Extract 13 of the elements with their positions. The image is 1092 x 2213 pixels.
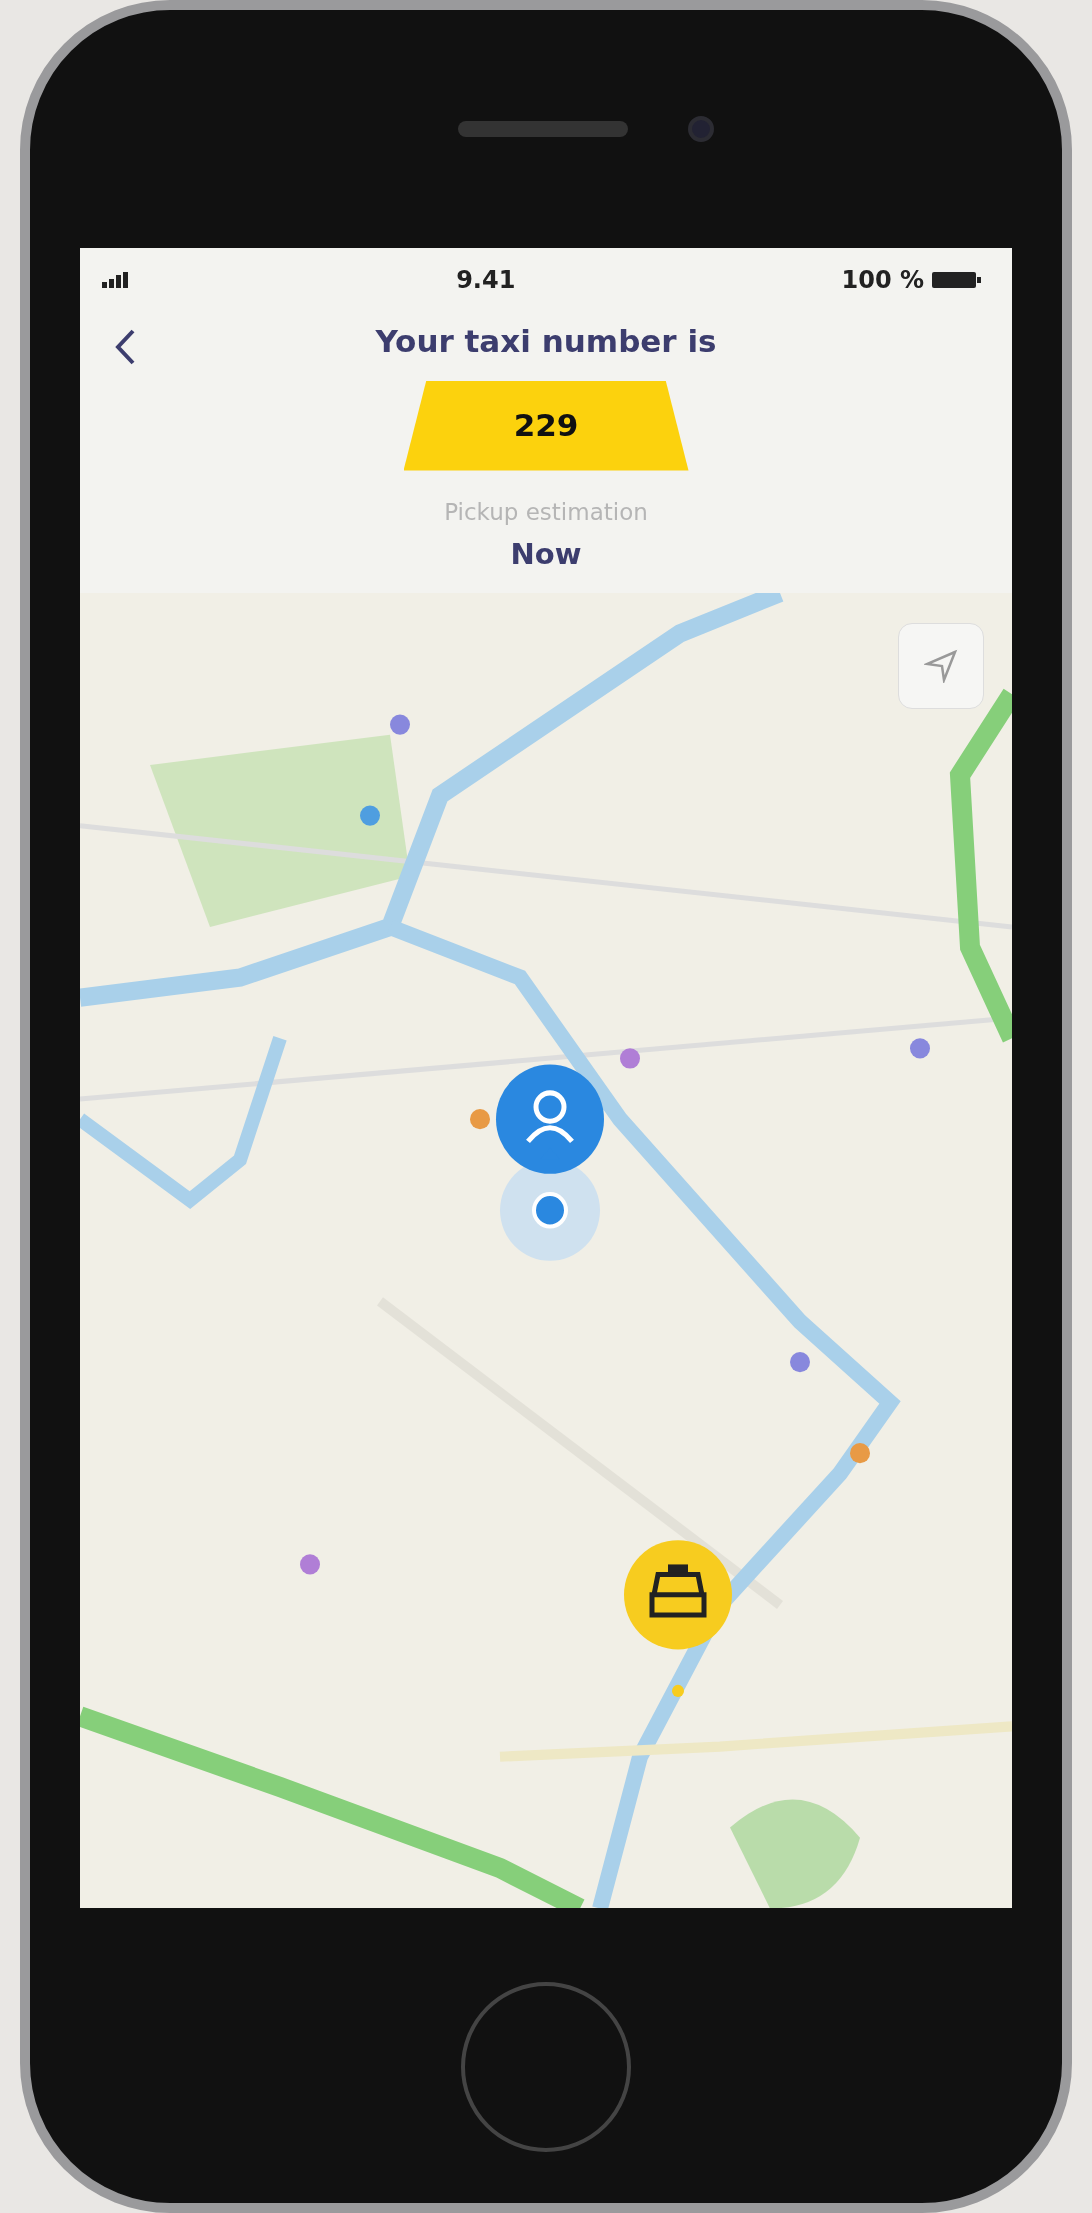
camera-lens — [688, 116, 714, 142]
home-button[interactable] — [461, 1982, 631, 2152]
screen-title: Your taxi number is — [375, 322, 717, 361]
pickup-value: Now — [510, 536, 582, 573]
status-time: 9.41 — [456, 265, 516, 296]
pickup-label: Pickup estimation — [444, 497, 648, 527]
battery-icon — [932, 270, 982, 290]
back-button[interactable] — [114, 328, 136, 366]
battery-percent: 100 % — [841, 265, 924, 296]
taxi-number-plate: 229 — [403, 380, 689, 471]
navigation-arrow-icon — [924, 648, 958, 683]
locate-me-button[interactable] — [898, 622, 984, 709]
signal-icon — [102, 272, 130, 288]
